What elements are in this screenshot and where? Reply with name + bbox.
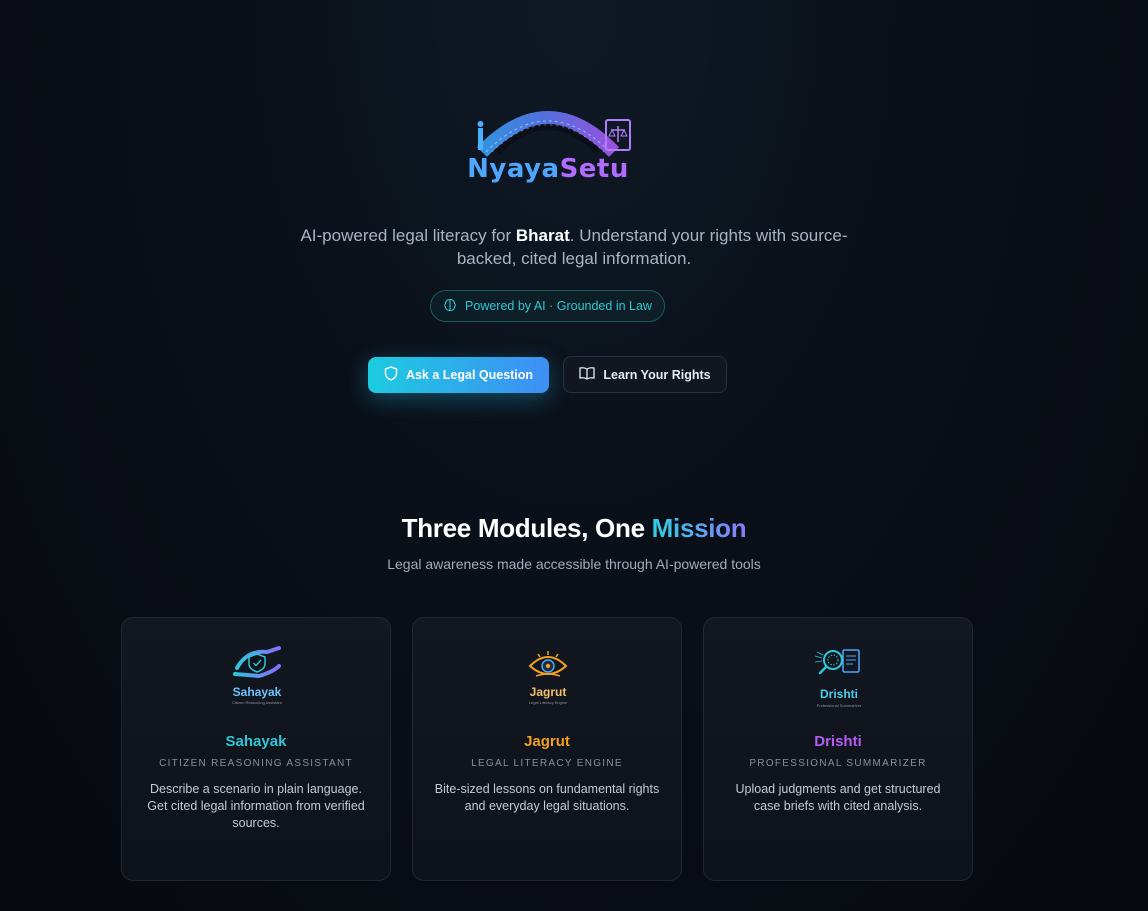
drishti-logo-subtext: Professional Summarizer xyxy=(816,703,862,708)
card-title: Jagrut xyxy=(524,733,570,750)
hero-tagline: AI-powered legal literacy for Bharat. Un… xyxy=(274,224,874,270)
ask-legal-question-button[interactable]: Ask a Legal Question xyxy=(368,357,549,393)
module-card-drishti[interactable]: Drishti Professional Summarizer Drishti … xyxy=(703,617,973,881)
card-kicker: PROFESSIONAL SUMMARIZER xyxy=(749,758,927,769)
open-book-icon xyxy=(579,366,596,383)
drishti-logo: Drishti Professional Summarizer xyxy=(789,642,889,712)
jagrut-logo: Jagrut Legal Literacy Engine xyxy=(498,642,598,712)
card-description: Bite-sized lessons on fundamental rights… xyxy=(434,782,660,813)
hands-shield-icon xyxy=(233,646,281,679)
brain-icon xyxy=(443,298,457,315)
logo-wordmark: NyayaSetu xyxy=(456,154,640,184)
powered-by-label: Powered by AI · Grounded in Law xyxy=(465,299,652,313)
card-description: Describe a scenario in plain language. G… xyxy=(147,782,365,830)
logo-wordmark-a: Nyaya xyxy=(467,154,560,184)
sahayak-logo: Sahayak Citizen Reasoning Assistant xyxy=(207,642,307,712)
module-card-jagrut[interactable]: Jagrut Legal Literacy Engine Jagrut LEGA… xyxy=(412,617,682,881)
logo-wordmark-b: Setu xyxy=(559,154,629,184)
drishti-logo-text: Drishti xyxy=(819,687,858,701)
jagrut-logo-text: Jagrut xyxy=(529,685,567,699)
card-description: Upload judgments and get structured case… xyxy=(735,782,941,813)
sahayak-logo-text: Sahayak xyxy=(232,685,282,699)
nyayasetu-logo: NyayaSetu xyxy=(456,98,640,190)
learn-your-rights-label: Learn Your Rights xyxy=(603,367,711,382)
powered-by-badge: Powered by AI · Grounded in Law xyxy=(430,290,665,322)
bridge-arch-icon xyxy=(476,111,631,157)
card-title: Sahayak xyxy=(225,733,287,750)
jagrut-logo-subtext: Legal Literacy Engine xyxy=(528,700,568,705)
modules-title-pre: Three Modules, One xyxy=(401,513,652,543)
card-title: Drishti xyxy=(814,733,862,750)
eye-book-icon xyxy=(528,651,568,677)
magnifier-document-icon xyxy=(814,649,860,675)
tagline-bold: Bharat xyxy=(515,226,570,245)
modules-title-accent: Mission xyxy=(651,513,747,543)
sahayak-logo-subtext: Citizen Reasoning Assistant xyxy=(232,700,282,705)
landing-page: NyayaSetu AI-powered legal literacy for … xyxy=(0,0,1148,911)
module-card-sahayak[interactable]: Sahayak Citizen Reasoning Assistant Saha… xyxy=(121,617,391,881)
modules-section-subtitle: Legal awareness made accessible through … xyxy=(387,556,761,572)
card-kicker: LEGAL LITERACY ENGINE xyxy=(471,758,623,769)
card-kicker: CITIZEN REASONING ASSISTANT xyxy=(159,758,353,769)
ask-legal-question-label: Ask a Legal Question xyxy=(405,368,534,382)
learn-your-rights-button[interactable]: Learn Your Rights xyxy=(563,356,727,393)
tagline-pre: AI-powered legal literacy for xyxy=(300,226,516,245)
modules-section-title: Three Modules, One Mission xyxy=(274,513,874,544)
shield-icon xyxy=(384,366,398,384)
